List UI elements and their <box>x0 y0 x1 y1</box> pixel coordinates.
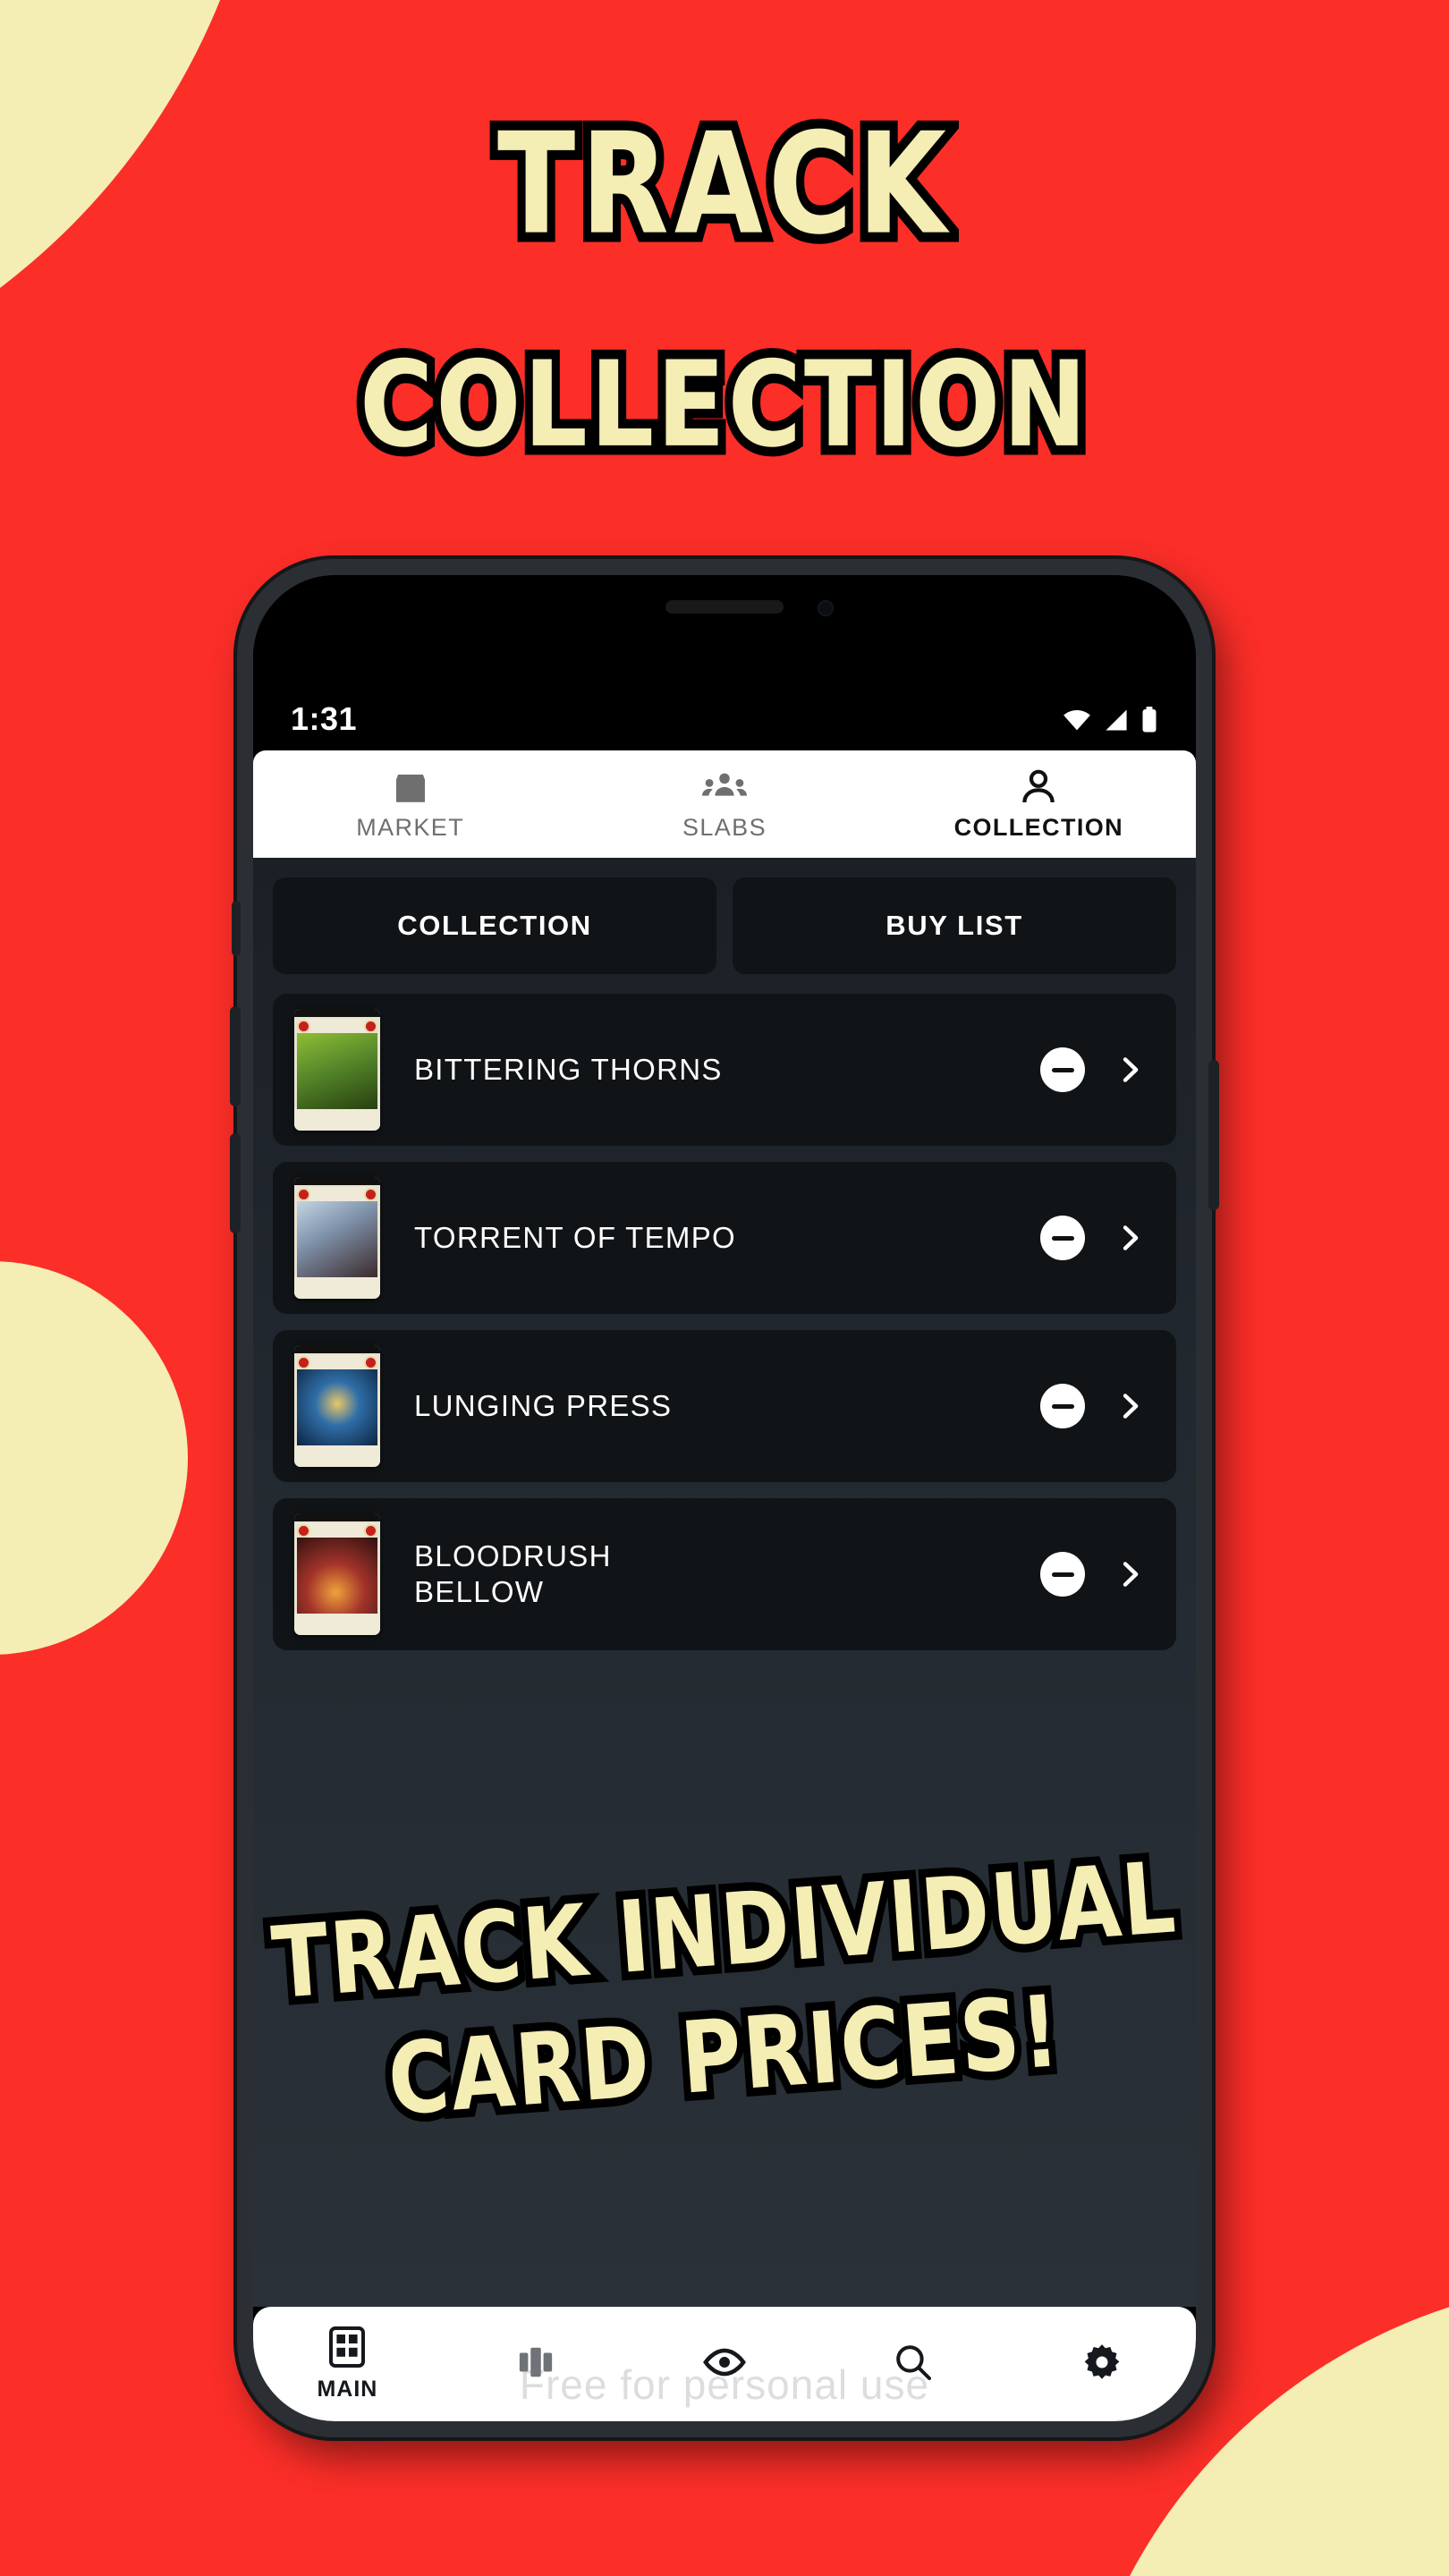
card-thumbnail <box>294 1513 380 1635</box>
segment-buy-list[interactable]: BUY LIST <box>733 877 1176 974</box>
chevron-right-icon[interactable] <box>1115 1391 1146 1421</box>
card-name: BITTERING THORNS <box>414 1052 723 1086</box>
remove-icon[interactable] <box>1040 1216 1085 1260</box>
tab-slabs-label: SLABS <box>682 813 767 841</box>
row-actions <box>1040 1552 1146 1597</box>
person-icon <box>1019 767 1058 807</box>
phone-power-button <box>1208 1060 1219 1210</box>
headline-primary-line1: TRACK <box>489 94 954 276</box>
chevron-right-icon[interactable] <box>1115 1559 1146 1589</box>
phone-volume-down-button <box>230 1133 241 1233</box>
row-actions <box>1040 1047 1146 1092</box>
remove-icon[interactable] <box>1040 1384 1085 1428</box>
card-thumbnail <box>294 1345 380 1467</box>
decorative-blob-left <box>0 1261 188 1655</box>
grid-icon <box>327 2326 367 2373</box>
tab-collection-label: COLLECTION <box>953 813 1124 841</box>
card-thumbnail <box>294 1009 380 1131</box>
tab-market[interactable]: MARKET <box>253 750 567 858</box>
nav-item-carousel[interactable] <box>442 2307 631 2421</box>
carousel-icon <box>515 2343 556 2385</box>
nav-item-main-label: MAIN <box>317 2377 378 2402</box>
remove-icon[interactable] <box>1040 1047 1085 1092</box>
tab-slabs[interactable]: SLABS <box>567 750 881 858</box>
search-icon <box>894 2343 933 2386</box>
phone-volume-up-button <box>230 1006 241 1106</box>
card-name: BLOODRUSH BELLOW <box>414 1538 612 1608</box>
gear-icon <box>1081 2342 1123 2387</box>
phone-screen-bezel: 1:31 MARKET SLABS COLLECTION COLLECTION … <box>253 575 1196 2421</box>
row-actions <box>1040 1216 1146 1260</box>
segmented-control: COLLECTION BUY LIST <box>273 877 1176 974</box>
signal-icon <box>1103 708 1130 736</box>
headline-primary-line2: COLLECTION <box>352 327 1095 484</box>
nav-item-settings[interactable] <box>1007 2307 1196 2421</box>
chevron-right-icon[interactable] <box>1115 1055 1146 1085</box>
chevron-right-icon[interactable] <box>1115 1223 1146 1253</box>
nav-item-watchlist[interactable] <box>631 2307 819 2421</box>
wifi-icon <box>1062 708 1092 736</box>
phone-notch <box>519 575 930 643</box>
eye-icon <box>702 2344 747 2385</box>
card-name: LUNGING PRESS <box>414 1388 673 1422</box>
tab-market-label: MARKET <box>356 813 465 841</box>
tab-collection[interactable]: COLLECTION <box>882 750 1196 858</box>
card-list: BITTERING THORNS TORRENT OF TEMPO LUNGIN… <box>273 994 1176 1650</box>
people-group-icon <box>701 767 747 807</box>
battery-icon <box>1140 707 1158 738</box>
table-row[interactable]: TORRENT OF TEMPO <box>273 1162 1176 1314</box>
card-thumbnail <box>294 1177 380 1299</box>
segment-collection-label: COLLECTION <box>397 910 592 941</box>
segment-collection[interactable]: COLLECTION <box>273 877 716 974</box>
phone-mockup: 1:31 MARKET SLABS COLLECTION COLLECTION … <box>230 559 1219 2437</box>
status-bar-clock: 1:31 <box>291 700 358 737</box>
table-row[interactable]: LUNGING PRESS <box>273 1330 1176 1482</box>
nav-item-main[interactable]: MAIN <box>253 2307 442 2421</box>
phone-mute-switch <box>232 901 241 956</box>
table-row[interactable]: BITTERING THORNS <box>273 994 1176 1146</box>
remove-icon[interactable] <box>1040 1552 1085 1597</box>
app-screen: 1:31 MARKET SLABS COLLECTION COLLECTION … <box>253 575 1196 2421</box>
status-bar-icons <box>1062 707 1158 738</box>
earpiece-speaker <box>665 600 784 614</box>
nav-item-search[interactable] <box>818 2307 1007 2421</box>
top-tab-bar: MARKET SLABS COLLECTION <box>253 750 1196 858</box>
row-actions <box>1040 1384 1146 1428</box>
store-icon <box>389 767 432 807</box>
bottom-navigation-bar: MAIN Free for personal use <box>253 2307 1196 2421</box>
card-name: TORRENT OF TEMPO <box>414 1220 737 1254</box>
segment-buy-list-label: BUY LIST <box>886 910 1023 941</box>
front-camera <box>818 600 834 616</box>
table-row[interactable]: BLOODRUSH BELLOW <box>273 1498 1176 1650</box>
